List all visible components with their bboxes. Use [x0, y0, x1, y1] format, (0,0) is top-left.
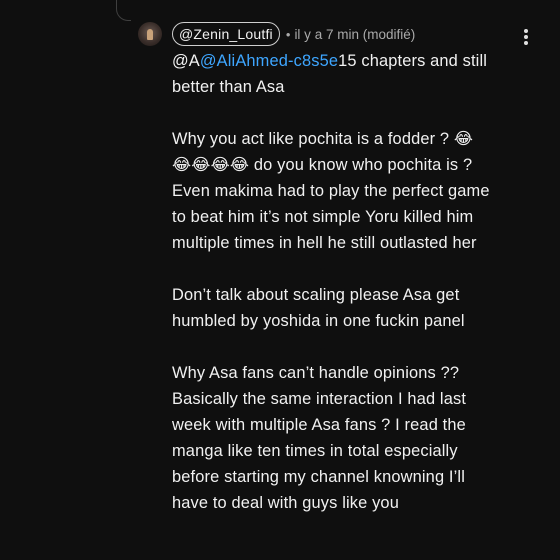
- comment-line: manga like ten times in total especially: [172, 442, 458, 460]
- avatar[interactable]: [138, 22, 162, 46]
- comment-text: 15 chapters and still: [338, 52, 488, 70]
- comment-line: humbled by yoshida in one fuckin panel: [172, 312, 465, 330]
- reply-thread-connector: [116, 0, 131, 21]
- comment-line: 😂😂😂😂 do you know who pochita is ?: [172, 156, 473, 174]
- comment-timestamp[interactable]: il y a 7 min (modifié): [294, 27, 415, 42]
- comment-line: have to deal with guys like you: [172, 494, 399, 512]
- comment-body: @A@AliAhmed-c8s5e15 chapters and still b…: [172, 48, 532, 516]
- comment-line: Don’t talk about scaling please Asa get: [172, 286, 460, 304]
- mention-link[interactable]: @AliAhmed-c8s5e: [200, 52, 338, 70]
- comment-line: better than Asa: [172, 78, 285, 96]
- author-handle[interactable]: @Zenin_Loutfi: [172, 22, 280, 46]
- more-dot: [524, 35, 528, 39]
- comment-line: @A@AliAhmed-c8s5e15 chapters and still: [172, 48, 532, 74]
- comment-line: before starting my channel knowning I’ll: [172, 468, 465, 486]
- more-dot: [524, 29, 528, 33]
- comment-line: to beat him it’s not simple Yoru killed …: [172, 208, 474, 226]
- comment-line: Basically the same interaction I had las…: [172, 390, 467, 408]
- comment-line: Why you act like pochita is a fodder ? 😂: [172, 130, 474, 148]
- comment-header: @Zenin_Loutfi • il y a 7 min (modifié): [172, 22, 415, 46]
- more-dot: [524, 41, 528, 45]
- comment-line: Why Asa fans can’t handle opinions ??: [172, 364, 460, 382]
- meta-separator: •: [285, 26, 291, 42]
- comment-line: multiple times in hell he still outlaste…: [172, 234, 477, 252]
- avatar-figure: [147, 29, 153, 40]
- comment-line: week with multiple Asa fans ? I read the: [172, 416, 466, 434]
- more-vertical-icon[interactable]: [518, 26, 534, 48]
- mention-prefix: @A: [172, 52, 200, 70]
- comment-line: Even makima had to play the perfect game: [172, 182, 490, 200]
